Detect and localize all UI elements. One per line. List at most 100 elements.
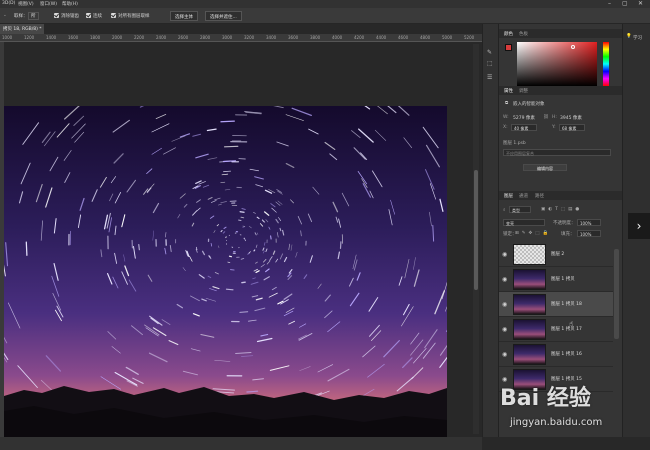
tab-swatches[interactable]: 色板 [519, 31, 528, 37]
y-field[interactable]: 68 像素 [559, 124, 585, 131]
layer-row[interactable]: ◉ 图层 1 拷贝 17 [499, 317, 613, 342]
w-value[interactable]: 5279 像素 [513, 115, 535, 121]
layer-thumbnail [513, 344, 546, 365]
layer-thumbnail [513, 319, 546, 340]
adjust-icon[interactable]: ☰ [487, 74, 492, 81]
close-icon[interactable]: ✕ [638, 0, 643, 7]
color-field[interactable] [517, 42, 597, 86]
horizontal-ruler: 1000 1200 1400 1600 1800 2000 2200 2400 2600 2800… [0, 34, 482, 42]
ruler-tick-label: 1200 [24, 35, 35, 40]
star-trail [270, 235, 272, 240]
minimize-icon[interactable]: – [608, 0, 611, 7]
y-label: Y: [552, 125, 556, 130]
select-subject-button[interactable]: 选择主体 [170, 11, 198, 21]
star-trail [223, 145, 239, 148]
tab-color[interactable]: 颜色 [504, 31, 513, 37]
ruler-tick-label: 3400 [266, 35, 277, 40]
filter-icons[interactable]: ▣◐T⬚▤● [541, 207, 582, 212]
tab-paths[interactable]: 路径 [535, 193, 544, 199]
ruler-tick-label: 3000 [222, 35, 233, 40]
hue-slider[interactable] [603, 42, 609, 86]
ruler-tick-label: 1000 [2, 35, 13, 40]
chevron-down-icon[interactable]: ⌄ [3, 13, 7, 18]
visibility-eye-icon[interactable]: ◉ [502, 351, 507, 358]
star-trail-image[interactable] [4, 106, 447, 450]
document-tab[interactable]: 拷贝 18, RGB/8) * [0, 24, 44, 34]
ruler-tick-label: 2000 [112, 35, 123, 40]
smart-object-icon: ⧉ [505, 101, 509, 106]
layer-thumbnail [513, 269, 546, 290]
menu-window[interactable]: 窗口(W) [40, 1, 57, 7]
layer-row[interactable]: ◉ 图层 1 拷贝 [499, 267, 613, 292]
document-tab-bar [0, 24, 482, 34]
edit-content-button[interactable]: 编辑内容 [523, 164, 567, 171]
sample-select[interactable]: 所 [28, 12, 39, 20]
ruler-tick-label: 2600 [178, 35, 189, 40]
brush-icon[interactable]: ✎ [487, 49, 492, 56]
visibility-eye-icon[interactable]: ◉ [502, 301, 507, 308]
restore-icon[interactable]: ▢ [622, 0, 628, 7]
tab-adjustments[interactable]: 调整 [519, 88, 528, 94]
x-field[interactable]: 40 像素 [511, 124, 537, 131]
star-trail [222, 160, 237, 163]
layer-row[interactable]: ◉ 图层 1 拷贝 16 [499, 342, 613, 367]
menu-help[interactable]: 帮助(H) [62, 1, 78, 7]
layer-row[interactable]: ◉ 图层 1 拷贝 18 [499, 292, 613, 317]
visibility-eye-icon[interactable]: ◉ [502, 326, 507, 333]
layer-name[interactable]: 图层 1 拷贝 16 [551, 351, 582, 357]
star-trail [220, 120, 235, 123]
layer-thumbnail [513, 244, 546, 265]
anti-alias-checkbox[interactable] [54, 13, 59, 18]
opacity-field[interactable]: 100% [577, 219, 601, 226]
canvas-scrollbar-thumb[interactable] [474, 170, 478, 290]
canvas-area[interactable] [4, 42, 482, 450]
ruler-tick-label: 4000 [332, 35, 343, 40]
tab-channels[interactable]: 通道 [519, 193, 528, 199]
layer-row[interactable]: ◉ 图层 2 [499, 242, 613, 267]
blend-mode-select[interactable]: 变亮 [503, 219, 545, 226]
next-arrow-button[interactable]: › [628, 213, 650, 239]
cursor-hand-icon: ☝ [569, 320, 574, 328]
sample-all-layers-checkbox[interactable] [111, 13, 116, 18]
star-trail [227, 261, 231, 264]
select-and-mask-button[interactable]: 选择并遮住... [205, 11, 242, 21]
visibility-eye-icon[interactable]: ◉ [502, 251, 507, 258]
star-trail-photo [4, 106, 447, 450]
layer-name[interactable]: 图层 1 拷贝 18 [551, 301, 582, 307]
watermark-url: jingyan.baidu.com [510, 417, 603, 428]
layer-name[interactable]: 图层 2 [551, 251, 564, 257]
lock-icons[interactable]: ⊞✎✥⬚🔒 [515, 231, 551, 236]
options-bar: ⌄ 取样： 所 消除锯齿 连续 对所有图层取样 选择主体 选择并遮住... [0, 8, 650, 24]
contiguous-checkbox[interactable] [86, 13, 91, 18]
layer-comp-select[interactable]: 不应用图层复合 [503, 149, 611, 156]
fill-field[interactable]: 100% [577, 230, 601, 237]
ruler-tick-label: 1600 [68, 35, 79, 40]
learn-label[interactable]: 学习 [633, 35, 642, 41]
lightbulb-icon[interactable]: 💡 [626, 34, 632, 39]
menu-view[interactable]: 视图(V) [18, 1, 34, 7]
visibility-eye-icon[interactable]: ◉ [502, 276, 507, 283]
color-picker-ring[interactable] [571, 45, 575, 49]
layer-name[interactable]: 图层 1 拷贝 17 [551, 326, 582, 332]
menu-3d[interactable]: 3D(D) [2, 1, 15, 6]
x-label: X: [503, 125, 508, 130]
ruler-tick-label: 3600 [288, 35, 299, 40]
swatches-icon[interactable]: ⬚ [487, 60, 493, 67]
layer-name[interactable]: 图层 1 拷贝 [551, 276, 575, 282]
ruler-tick-label: 4800 [420, 35, 431, 40]
link-icon[interactable]: ⛓ [543, 115, 549, 120]
star-trail [246, 390, 259, 393]
tab-properties[interactable]: 属性 [504, 88, 513, 94]
right-panels: 颜色 色板 属性 调整 ⧉ 嵌入的智能对象 W: 5279 像素 ⛓ H: 39… [498, 24, 623, 437]
ruler-tick-label: 4600 [398, 35, 409, 40]
foreground-color-swatch[interactable] [505, 44, 512, 51]
ruler-tick-label: 4400 [376, 35, 387, 40]
layer-filter-select[interactable]: 类型 [509, 206, 531, 213]
h-value[interactable]: 3945 像素 [560, 115, 582, 121]
baidu-jingyan-logo: Bai 经验 [500, 386, 591, 411]
layers-scrollbar-thumb[interactable] [614, 249, 619, 339]
star-trail [228, 255, 232, 258]
tab-layers[interactable]: 图层 [504, 193, 513, 199]
smart-object-type-label: 嵌入的智能对象 [513, 102, 545, 107]
sample-all-layers-label: 对所有图层取样 [118, 14, 150, 19]
